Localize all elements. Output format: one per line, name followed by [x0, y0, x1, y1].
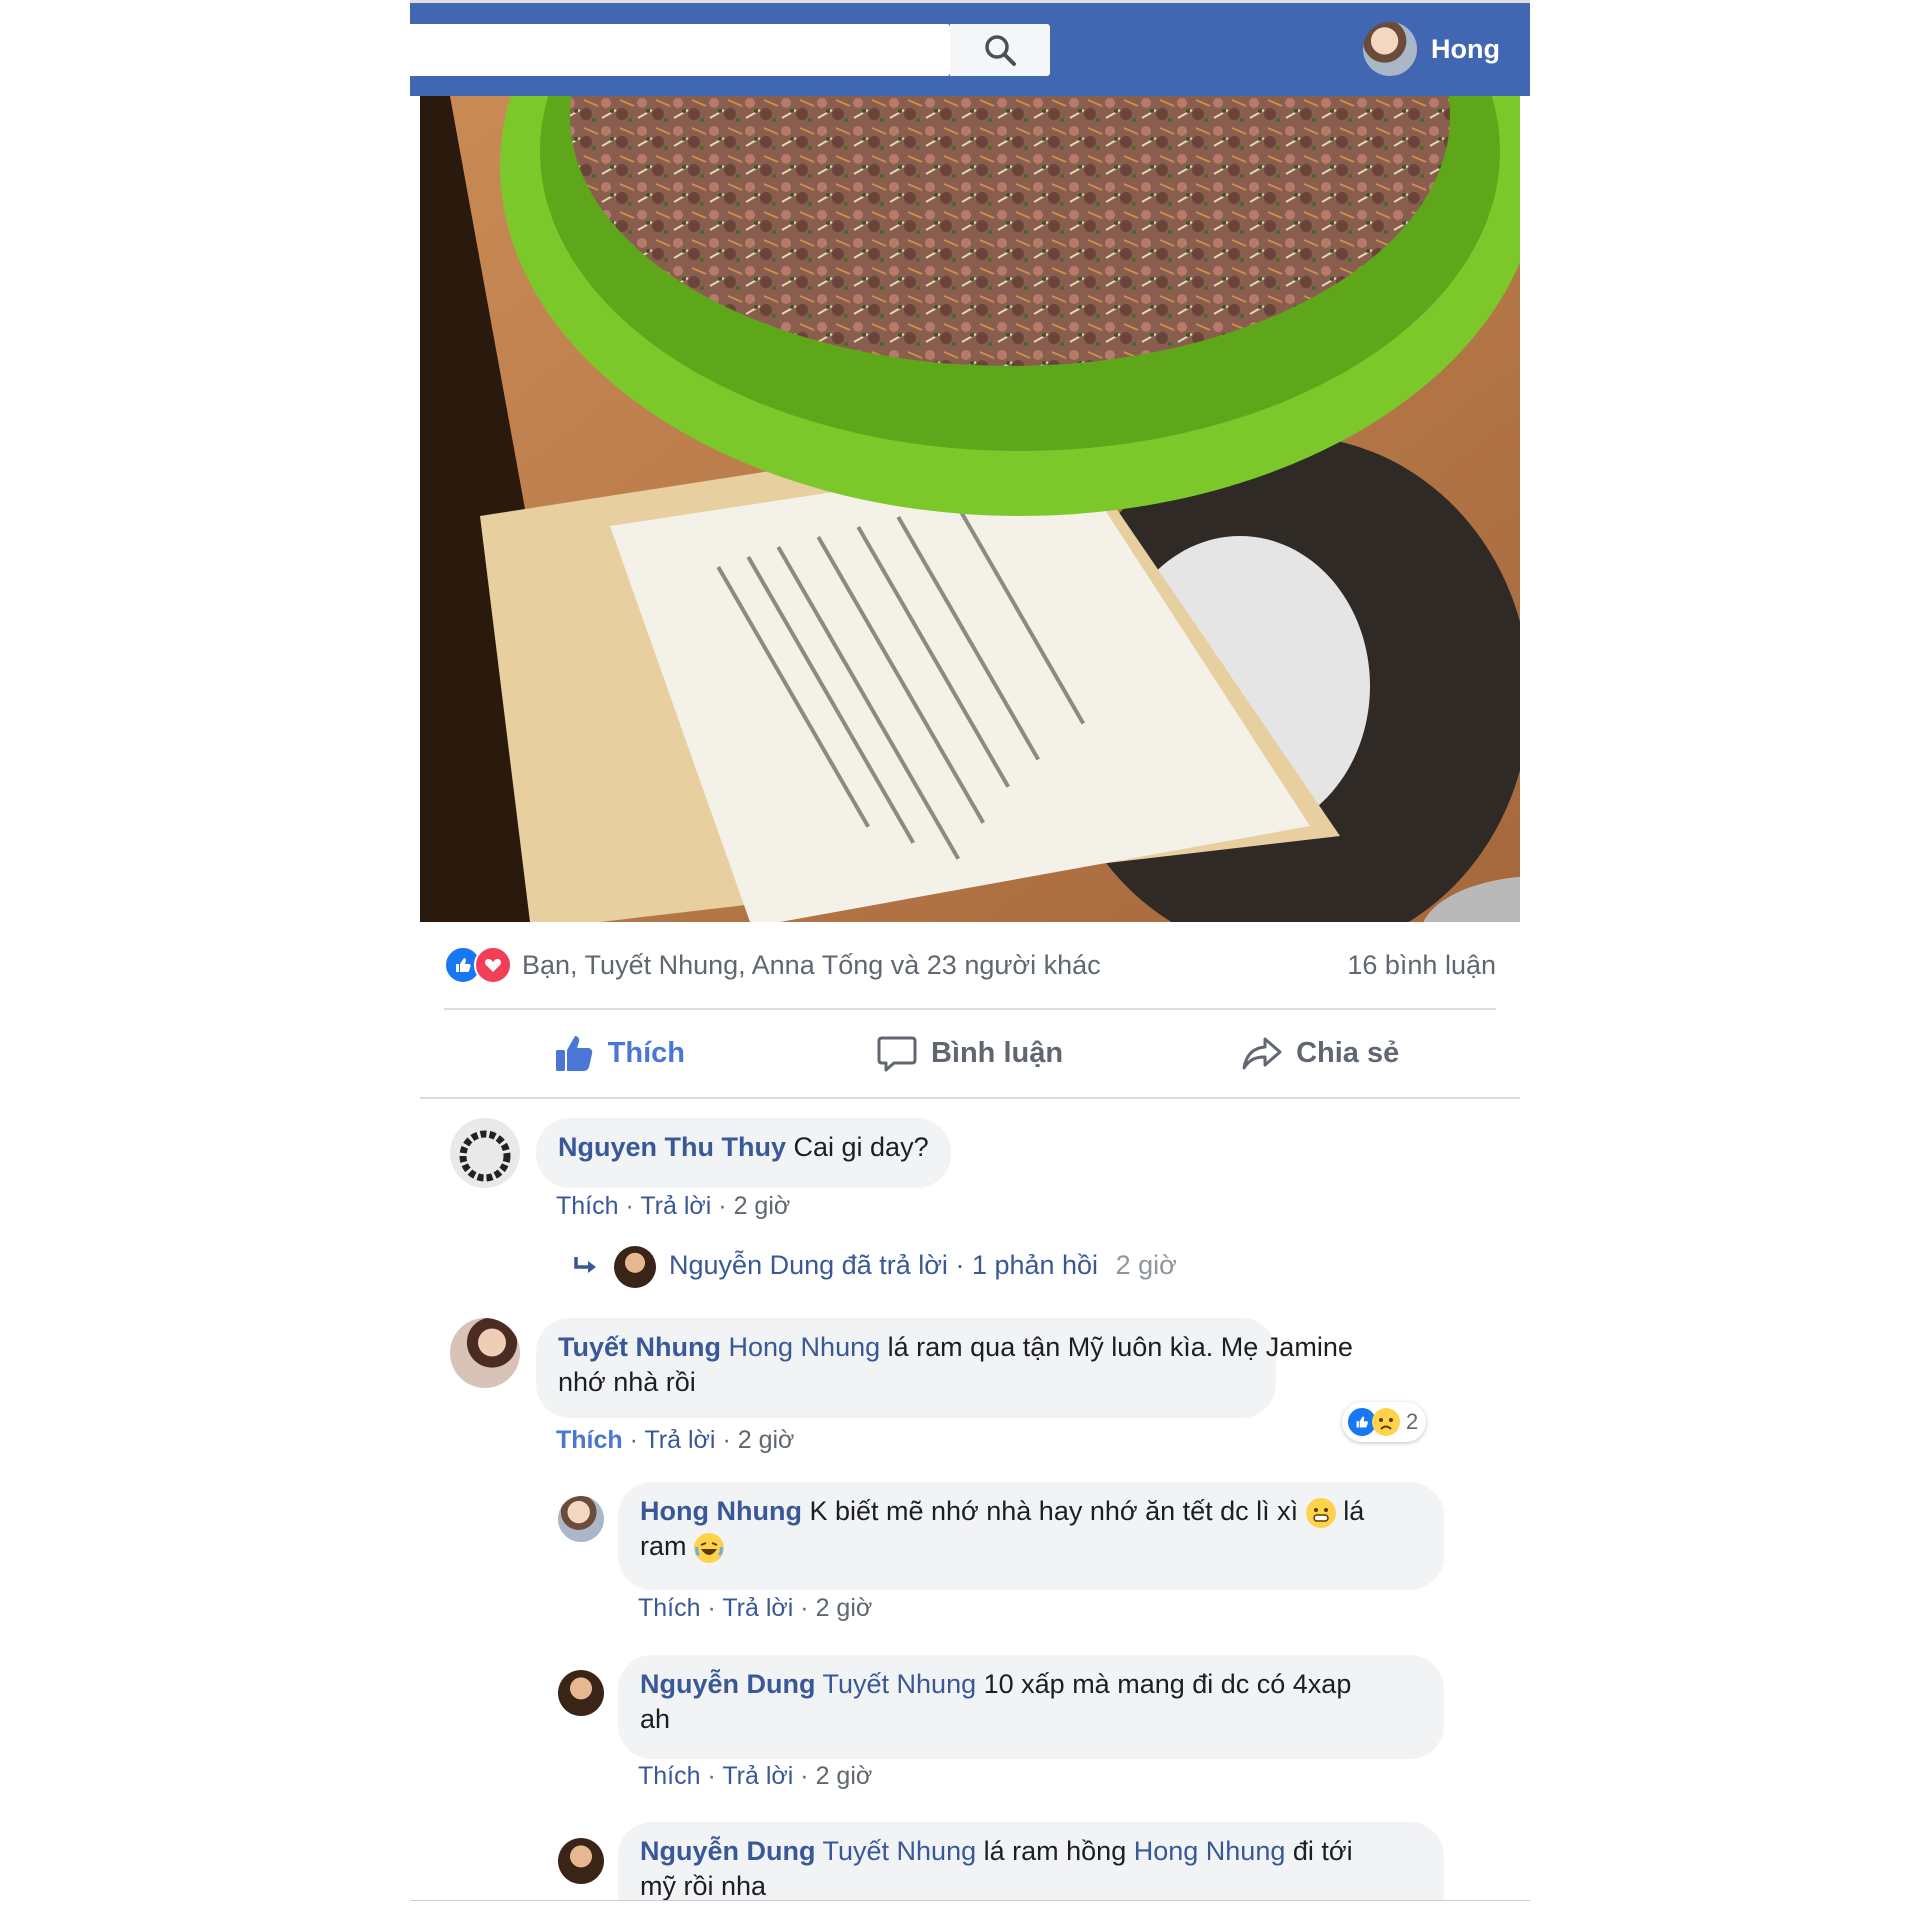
search-button[interactable]: [950, 24, 1050, 76]
reply-count: 1 phản hồi: [971, 1250, 1099, 1281]
post-actions: Thích Bình luận Chia sẻ: [444, 1018, 1496, 1088]
top-navigation-bar: Hong: [410, 0, 1530, 96]
reply-action: đã trả lời: [841, 1250, 948, 1281]
reply-time: 2 giờ: [1115, 1250, 1177, 1281]
post-photo[interactable]: [420, 96, 1520, 922]
reply-time: 2 giờ: [815, 1762, 873, 1790]
comment-text-line1: lá ram qua tận Mỹ luôn kìa. Mẹ Jamine: [887, 1332, 1353, 1362]
profile-avatar: [1363, 22, 1418, 76]
comment-text: Cai gi day?: [793, 1132, 929, 1162]
reply-text-line1: K biết mẽ nhớ nhà hay nhớ ăn tết dc lì x…: [809, 1496, 1299, 1526]
comment-bubble: Tuyết Nhung Hong Nhung lá ram qua tận Mỹ…: [536, 1318, 1353, 1418]
reply-text-end: đi tới: [1292, 1836, 1353, 1866]
like-button[interactable]: Thích: [444, 1018, 795, 1088]
reply-text-line2: mỹ rồi nha: [640, 1871, 767, 1901]
reply-bubble: Hong Nhung K biết mẽ nhớ nhà hay nhớ ăn …: [618, 1482, 1444, 1590]
reply-summary[interactable]: Nguyễn Dung đã trả lời · 1 phản hồi 2 gi…: [572, 1246, 1177, 1288]
divider: [420, 1097, 1520, 1099]
reply-meta: Thích · Trả lời · 2 giờ: [638, 1594, 873, 1622]
avatar[interactable]: [558, 1838, 604, 1884]
comment-bubble: Nguyen Thu Thuy Cai gi day?: [536, 1118, 951, 1188]
profile-name: Hong: [1431, 33, 1500, 64]
comment-count[interactable]: 16 bình luận: [1347, 950, 1496, 981]
comment-button[interactable]: Bình luận: [795, 1018, 1146, 1088]
avatar[interactable]: [558, 1496, 604, 1542]
comment-like-link[interactable]: Thích: [556, 1192, 619, 1220]
reply-author[interactable]: Hong Nhung: [640, 1496, 802, 1526]
profile-link[interactable]: Hong: [1363, 21, 1500, 77]
share-button[interactable]: Chia sẻ: [1145, 1018, 1496, 1088]
comment-time: 2 giờ: [733, 1192, 791, 1220]
reply-text-line1-end: lá: [1343, 1496, 1365, 1526]
reply-text-line1: 10 xấp mà mang đi dc có 4xap: [983, 1669, 1352, 1699]
comment-reply-link[interactable]: Trả lời: [644, 1426, 715, 1454]
reply-reply-link[interactable]: Trả lời: [722, 1594, 793, 1622]
grin-icon: [1305, 1497, 1336, 1528]
reply-text-line2: ah: [640, 1704, 671, 1734]
reply-like-link[interactable]: Thích: [638, 1594, 701, 1622]
like-label: Thích: [607, 1036, 685, 1069]
divider: [444, 1008, 1496, 1010]
reply-reply-link[interactable]: Trả lời: [722, 1762, 793, 1790]
bottom-edge: [410, 1900, 1530, 1920]
photo-illustration: [420, 96, 1520, 922]
share-icon: [1242, 1037, 1282, 1070]
reply-time: 2 giờ: [815, 1594, 873, 1622]
reply-author: Nguyễn Dung: [669, 1250, 835, 1281]
mention-link[interactable]: Tuyết Nhung: [823, 1836, 977, 1866]
search-icon: [985, 35, 1016, 66]
mention-link[interactable]: Tuyết Nhung: [823, 1669, 977, 1699]
comment-meta: Thích · Trả lời · 2 giờ: [556, 1192, 791, 1220]
comment-text-line2: nhớ nhà rồi: [558, 1367, 696, 1397]
post-frame: Hong Bạn, Tuyết Nhung, Anna Tống và 23 n…: [410, 0, 1530, 1920]
reactions-text[interactable]: Bạn, Tuyết Nhung, Anna Tống và 23 người …: [522, 950, 1101, 981]
laugh-icon: [694, 1532, 725, 1563]
search-input[interactable]: [410, 24, 950, 76]
sad-icon: [1372, 1408, 1400, 1436]
comment-icon: [877, 1036, 917, 1072]
reply-text-mid: lá ram hồng: [983, 1836, 1127, 1866]
avatar[interactable]: [558, 1670, 604, 1716]
like-icon: [555, 1036, 592, 1071]
reply-arrow-icon: [574, 1257, 596, 1273]
avatar[interactable]: [450, 1318, 520, 1388]
reply-author[interactable]: Nguyễn Dung: [640, 1836, 816, 1866]
reaction-count: 2: [1406, 1409, 1419, 1434]
mention-link[interactable]: Hong Nhung: [729, 1332, 881, 1362]
reply-meta: Thích · Trả lời · 2 giờ: [638, 1762, 873, 1790]
reactions-summary[interactable]: Bạn, Tuyết Nhung, Anna Tống và 23 người …: [444, 940, 1496, 990]
avatar[interactable]: [450, 1118, 520, 1188]
comment-like-link[interactable]: Thích: [556, 1426, 623, 1454]
share-label: Chia sẻ: [1296, 1036, 1400, 1069]
reply-text-line2: ram: [640, 1531, 687, 1561]
love-icon: [474, 946, 512, 984]
comment-time: 2 giờ: [737, 1426, 795, 1454]
comment-reactions[interactable]: 2: [1342, 1402, 1427, 1442]
reaction-icons: [444, 946, 512, 984]
comment-author[interactable]: Tuyết Nhung: [558, 1332, 721, 1362]
comment-author[interactable]: Nguyen Thu Thuy: [558, 1132, 786, 1162]
reply-like-link[interactable]: Thích: [638, 1762, 701, 1790]
comment-meta: Thích · Trả lời · 2 giờ: [556, 1426, 795, 1454]
reply-author[interactable]: Nguyễn Dung: [640, 1669, 816, 1699]
comment-reply-link[interactable]: Trả lời: [640, 1192, 711, 1220]
comment-label: Bình luận: [930, 1036, 1064, 1069]
mention-link[interactable]: Hong Nhung: [1134, 1836, 1286, 1866]
avatar: [613, 1246, 656, 1288]
reply-bubble: Nguyễn Dung Tuyết Nhung 10 xấp mà mang đ…: [618, 1655, 1444, 1759]
